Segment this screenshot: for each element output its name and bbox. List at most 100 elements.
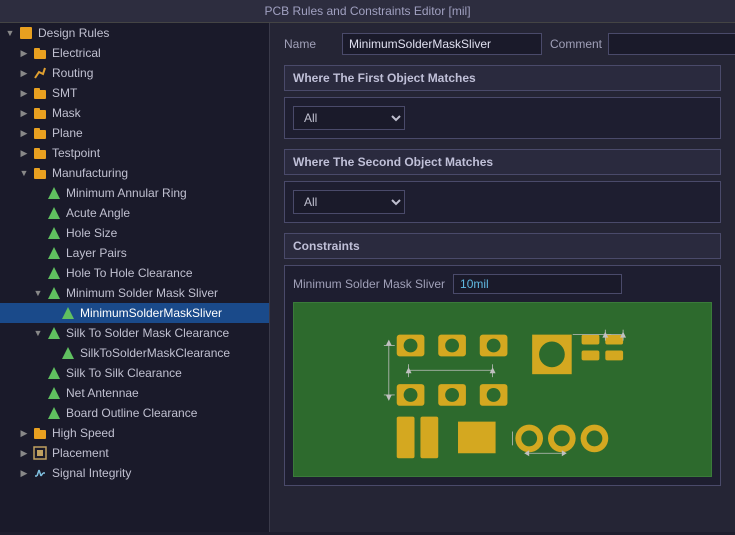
tree-item-testpoint[interactable]: Testpoint <box>0 143 269 163</box>
tree-icon-acute-angle <box>46 205 62 221</box>
where-first-select[interactable]: AllNetNet ClassLayerCustom Query <box>293 106 405 130</box>
tree-icon-testpoint <box>32 145 48 161</box>
tree-arrow-placement[interactable] <box>18 447 30 459</box>
tree-item-net-antennae[interactable]: Net Antennae <box>0 383 269 403</box>
tree-icon-min-annular-ring <box>46 185 62 201</box>
tree-icon-design-rules <box>18 25 34 41</box>
tree-item-board-outline[interactable]: Board Outline Clearance <box>0 403 269 423</box>
tree-arrow-design-rules[interactable] <box>4 27 16 39</box>
tree-icon-placement <box>32 445 48 461</box>
tree-item-min-solder-mask[interactable]: Minimum Solder Mask Sliver <box>0 283 269 303</box>
where-first-header: Where The First Object Matches <box>284 65 721 91</box>
tree-item-plane[interactable]: Plane <box>0 123 269 143</box>
tree-icon-high-speed <box>32 425 48 441</box>
tree-icon-layer-pairs <box>46 245 62 261</box>
pcb-svg <box>294 303 711 476</box>
where-second-select[interactable]: AllNetNet ClassLayerCustom Query <box>293 190 405 214</box>
tree-item-layer-pairs[interactable]: Layer Pairs <box>0 243 269 263</box>
tree-arrow-min-solder-mask[interactable] <box>32 287 44 299</box>
tree-arrow-manufacturing[interactable] <box>18 167 30 179</box>
tree-label-design-rules: Design Rules <box>38 26 109 40</box>
tree-item-manufacturing[interactable]: Manufacturing <box>0 163 269 183</box>
tree-icon-silk-to-silk <box>46 365 62 381</box>
tree-label-layer-pairs: Layer Pairs <box>66 246 127 260</box>
tree-label-board-outline: Board Outline Clearance <box>66 406 197 420</box>
tree-item-silk-to-silk[interactable]: Silk To Silk Clearance <box>0 363 269 383</box>
tree-arrow-signal-integrity[interactable] <box>18 467 30 479</box>
tree-label-silk-to-solder: Silk To Solder Mask Clearance <box>66 326 229 340</box>
where-second-header: Where The Second Object Matches <box>284 149 721 175</box>
tree-icon-smt <box>32 85 48 101</box>
tree-icon-hole-to-hole <box>46 265 62 281</box>
name-comment-row: Name Comment <box>284 33 721 55</box>
tree-label-min-solder-mask-sliver: MinimumSolderMaskSliver <box>80 306 222 320</box>
tree-label-testpoint: Testpoint <box>52 146 100 160</box>
constraints-header: Constraints <box>284 233 721 259</box>
comment-input[interactable] <box>608 33 735 55</box>
tree-icon-silk-to-solder-clear <box>60 345 76 361</box>
tree-icon-min-solder-mask <box>46 285 62 301</box>
tree-label-smt: SMT <box>52 86 77 100</box>
tree-label-plane: Plane <box>52 126 83 140</box>
tree-item-high-speed[interactable]: High Speed <box>0 423 269 443</box>
tree-item-placement[interactable]: Placement <box>0 443 269 463</box>
tree-label-manufacturing: Manufacturing <box>52 166 128 180</box>
tree-arrow-testpoint[interactable] <box>18 147 30 159</box>
tree-label-routing: Routing <box>52 66 93 80</box>
tree-icon-board-outline <box>46 405 62 421</box>
tree-label-placement: Placement <box>52 446 109 460</box>
tree-label-mask: Mask <box>52 106 81 120</box>
tree-container: Design Rules Electrical Routing SMT Mask Plan… <box>0 23 269 483</box>
tree-icon-plane <box>32 125 48 141</box>
tree-arrow-high-speed[interactable] <box>18 427 30 439</box>
tree-arrow-plane[interactable] <box>18 127 30 139</box>
tree-item-design-rules[interactable]: Design Rules <box>0 23 269 43</box>
tree-icon-routing <box>32 65 48 81</box>
pcb-preview <box>293 302 712 477</box>
tree-item-silk-to-solder[interactable]: Silk To Solder Mask Clearance <box>0 323 269 343</box>
min-solder-mask-row: Minimum Solder Mask Sliver <box>293 274 712 294</box>
name-label: Name <box>284 37 334 51</box>
comment-label: Comment <box>550 37 600 51</box>
tree-item-signal-integrity[interactable]: Signal Integrity <box>0 463 269 483</box>
tree-arrow-mask[interactable] <box>18 107 30 119</box>
where-second-block: AllNetNet ClassLayerCustom Query <box>284 181 721 223</box>
tree-item-acute-angle[interactable]: Acute Angle <box>0 203 269 223</box>
main-layout: Design Rules Electrical Routing SMT Mask Plan… <box>0 23 735 532</box>
constraints-area: Minimum Solder Mask Sliver <box>284 265 721 486</box>
tree-item-smt[interactable]: SMT <box>0 83 269 103</box>
where-first-block: AllNetNet ClassLayerCustom Query <box>284 97 721 139</box>
tree-label-hole-to-hole: Hole To Hole Clearance <box>66 266 193 280</box>
tree-item-electrical[interactable]: Electrical <box>0 43 269 63</box>
tree-label-silk-to-silk: Silk To Silk Clearance <box>66 366 182 380</box>
tree-item-min-annular-ring[interactable]: Minimum Annular Ring <box>0 183 269 203</box>
tree-item-mask[interactable]: Mask <box>0 103 269 123</box>
tree-item-silk-to-solder-clear[interactable]: SilkToSolderMaskClearance <box>0 343 269 363</box>
tree-item-hole-size[interactable]: Hole Size <box>0 223 269 243</box>
tree-icon-signal-integrity <box>32 465 48 481</box>
title-bar: PCB Rules and Constraints Editor [mil] <box>0 0 735 23</box>
tree-label-signal-integrity: Signal Integrity <box>52 466 131 480</box>
tree-item-min-solder-mask-sliver[interactable]: MinimumSolderMaskSliver <box>0 303 269 323</box>
tree-label-hole-size: Hole Size <box>66 226 117 240</box>
name-input[interactable] <box>342 33 542 55</box>
tree-label-net-antennae: Net Antennae <box>66 386 139 400</box>
min-solder-mask-label: Minimum Solder Mask Sliver <box>293 277 445 291</box>
tree-arrow-smt[interactable] <box>18 87 30 99</box>
tree-label-electrical: Electrical <box>52 46 101 60</box>
tree-arrow-electrical[interactable] <box>18 47 30 59</box>
tree-item-routing[interactable]: Routing <box>0 63 269 83</box>
tree-icon-net-antennae <box>46 385 62 401</box>
tree-label-silk-to-solder-clear: SilkToSolderMaskClearance <box>80 346 230 360</box>
tree-icon-mask <box>32 105 48 121</box>
tree-label-min-annular-ring: Minimum Annular Ring <box>66 186 187 200</box>
right-panel: Name Comment Where The First Object Matc… <box>270 23 735 532</box>
min-solder-mask-input[interactable] <box>453 274 622 294</box>
tree-icon-electrical <box>32 45 48 61</box>
tree-icon-silk-to-solder <box>46 325 62 341</box>
tree-item-hole-to-hole[interactable]: Hole To Hole Clearance <box>0 263 269 283</box>
tree-arrow-silk-to-solder[interactable] <box>32 327 44 339</box>
tree-label-acute-angle: Acute Angle <box>66 206 130 220</box>
tree-arrow-routing[interactable] <box>18 67 30 79</box>
tree-label-min-solder-mask: Minimum Solder Mask Sliver <box>66 286 218 300</box>
